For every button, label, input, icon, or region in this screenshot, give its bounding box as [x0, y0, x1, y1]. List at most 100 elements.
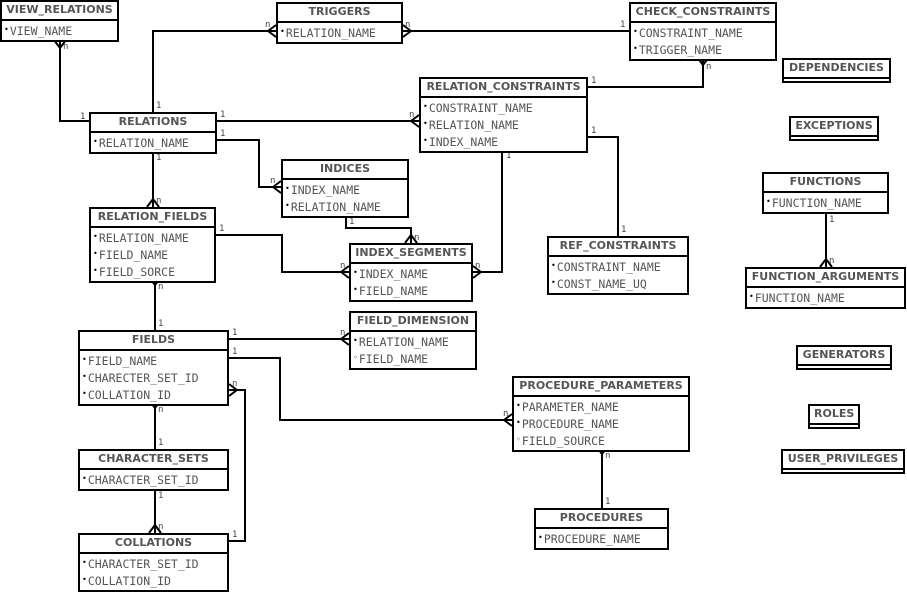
entity-index-segments[interactable]: INDEX_SEGMENTS •INDEX_NAME •FIELD_NAME	[349, 243, 473, 302]
field-name: FUNCTION_NAME	[754, 291, 845, 305]
entity-field[interactable]: •CHARACTER_SET_ID	[82, 471, 225, 488]
relationship-relations-to-relation-fields[interactable]: 1n	[146, 149, 161, 208]
entity-field[interactable]: •FIELD_NAME	[93, 246, 212, 263]
entity-fields[interactable]: FIELDS •FIELD_NAME •CHARECTER_SET_ID •COLLA…	[78, 330, 229, 406]
field-name: FIELD_NAME	[98, 248, 169, 262]
entity-field[interactable]: •PROCEDURE_NAME	[538, 530, 665, 547]
entity-field[interactable]: •FUNCTION_NAME	[749, 289, 902, 306]
connector-line[interactable]	[345, 214, 412, 243]
relationship-check-constraints-to-triggers[interactable]: 1n	[402, 20, 629, 38]
entity-field[interactable]: •RELATION_NAME	[285, 198, 405, 215]
entity-field[interactable]: •INDEX_NAME	[285, 181, 405, 198]
entity-field[interactable]: •INDEX_NAME	[423, 133, 584, 150]
connector-line[interactable]	[229, 389, 246, 542]
entity-field[interactable]: •RELATION_NAME	[423, 116, 584, 133]
entity-field[interactable]: •RELATION_NAME	[280, 24, 399, 41]
entity-field[interactable]: •COLLATION_ID	[82, 386, 225, 403]
entity-title: FUNCTIONS	[764, 174, 887, 193]
entity-field[interactable]: •PROCEDURE_NAME	[516, 415, 686, 432]
entity-field[interactable]: ◦FIELD_NAME	[353, 350, 473, 367]
entity-procedure-parameters[interactable]: PROCEDURE_PARAMETERS •PARAMETER_NAME •PROC…	[512, 376, 690, 452]
entity-title: FIELD_DIMENSION	[351, 313, 475, 332]
entity-fields: •CHARACTER_SET_ID •COLLATION_ID	[80, 554, 227, 590]
relationship-fields-to-relation-fields[interactable]: 1n	[148, 276, 163, 330]
field-name: COLLATION_ID	[87, 388, 171, 402]
entity-collations[interactable]: COLLATIONS •CHARACTER_SET_ID •COLLATION_ID	[78, 533, 229, 592]
entity-field[interactable]: •FIELD_SORCE	[93, 263, 212, 280]
entity-triggers[interactable]: TRIGGERS •RELATION_NAME	[276, 2, 403, 44]
entity-field[interactable]: •RELATION_NAME	[93, 229, 212, 246]
connector-line[interactable]	[588, 136, 619, 236]
field-name: CONST_NAME_UQ	[556, 277, 647, 291]
entity-field[interactable]: •PARAMETER_NAME	[516, 398, 686, 415]
relationship-functions-to-function-arguments[interactable]: 1n	[819, 211, 834, 268]
entity-relations[interactable]: RELATIONS •RELATION_NAME	[89, 112, 217, 154]
entity-title: FIELDS	[80, 332, 227, 351]
relationship-fields-to-field-dimension[interactable]: 1n	[229, 328, 350, 346]
entity-field[interactable]: •INDEX_NAME	[353, 265, 469, 282]
entity-field[interactable]: •CONSTRAINT_NAME	[423, 99, 584, 116]
key-icon: •	[633, 27, 638, 36]
relationship-character-sets-to-fields[interactable]: 1n	[148, 399, 163, 449]
entity-check-constraints[interactable]: CHECK_CONSTRAINTS •CONSTRAINT_NAME •TRIGGE…	[629, 2, 777, 61]
relationship-relation-constraints-to-check-constraints[interactable]: 1n	[588, 56, 711, 88]
entity-dependencies[interactable]: DEPENDENCIES	[782, 58, 891, 83]
entity-field[interactable]: •FIELD_NAME	[82, 352, 225, 369]
relationship-relations-to-indices[interactable]: 1n	[217, 129, 282, 194]
entity-fields: •CONSTRAINT_NAME •RELATION_NAME •INDEX_NAM…	[421, 98, 586, 151]
entity-procedures[interactable]: PROCEDURES •PROCEDURE_NAME	[534, 508, 669, 550]
entity-field[interactable]: •TRIGGER_NAME	[633, 41, 773, 58]
key-icon: •	[749, 292, 754, 301]
key-icon: •	[353, 336, 358, 345]
entity-field[interactable]: ◦FIELD_SOURCE	[516, 432, 686, 449]
entity-function-arguments[interactable]: FUNCTION_ARGUMENTS •FUNCTION_NAME	[745, 267, 906, 309]
entity-field-dimension[interactable]: FIELD_DIMENSION •RELATION_NAME ◦FIELD_NAME	[349, 311, 477, 370]
entity-title: RELATIONS	[91, 114, 215, 133]
entity-view-relations[interactable]: VIEW_RELATIONS •VIEW_NAME	[0, 0, 119, 42]
relationship-indices-to-index-segments[interactable]: 1n	[345, 214, 419, 244]
entity-user-privileges[interactable]: USER_PRIVILEGES	[781, 449, 905, 474]
entity-relation-constraints[interactable]: RELATION_CONSTRAINTS •CONSTRAINT_NAME •REL…	[419, 77, 588, 153]
relationship-procedures-to-procedure-parameters[interactable]: 1n	[595, 445, 610, 508]
relationship-relations-to-view-relations[interactable]: 1n	[53, 39, 89, 122]
entity-field[interactable]: •CONSTRAINT_NAME	[551, 258, 685, 275]
relationship-relation-fields-to-index-segments[interactable]: 1n	[216, 224, 350, 279]
entity-fields: •RELATION_NAME	[278, 23, 401, 42]
relationship-collations-to-fields[interactable]: 1n	[228, 379, 246, 542]
entity-fields: •FUNCTION_NAME	[747, 288, 904, 307]
entity-indices[interactable]: INDICES •INDEX_NAME •RELATION_NAME	[281, 159, 409, 218]
connector-line[interactable]	[216, 234, 349, 273]
relationship-relations-to-triggers[interactable]: 1n	[152, 20, 277, 112]
entity-field[interactable]: •FIELD_NAME	[353, 282, 469, 299]
connector-line[interactable]	[59, 40, 89, 122]
entity-field[interactable]: •VIEW_NAME	[4, 22, 115, 39]
entity-roles[interactable]: ROLES	[808, 404, 860, 429]
entity-field[interactable]: •CONSTRAINT_NAME	[633, 24, 773, 41]
entity-field[interactable]: •RELATION_NAME	[353, 333, 473, 350]
entity-field[interactable]: •FUNCTION_NAME	[766, 194, 885, 211]
entity-exceptions[interactable]: EXCEPTIONS	[789, 116, 879, 141]
entity-ref-constraints[interactable]: REF_CONSTRAINTS •CONSTRAINT_NAME •CONST_NA…	[547, 236, 689, 295]
entity-field[interactable]: •CHARECTER_SET_ID	[82, 369, 225, 386]
key-icon: •	[82, 355, 87, 364]
connector-line[interactable]	[152, 30, 276, 112]
entity-field[interactable]: •RELATION_NAME	[93, 134, 213, 151]
connector-line[interactable]	[473, 148, 503, 273]
entity-relation-fields[interactable]: RELATION_FIELDS •RELATION_NAME •FIELD_NAME…	[89, 207, 216, 283]
field-name: CHARECTER_SET_ID	[87, 371, 199, 385]
connector-line[interactable]	[588, 57, 704, 88]
cardinality-to: n	[158, 405, 163, 415]
relationship-relation-constraints-to-index-segments[interactable]: 1n	[472, 148, 511, 279]
relationship-relations-to-relation-constraints[interactable]: 1n	[217, 110, 420, 128]
entity-fields: •PROCEDURE_NAME	[536, 529, 667, 548]
entity-field[interactable]: •CHARACTER_SET_ID	[82, 555, 225, 572]
entity-title: PROCEDURES	[536, 510, 667, 529]
field-name: CHARACTER_SET_ID	[87, 473, 199, 487]
relationship-character-sets-to-collations[interactable]: 1n	[148, 488, 163, 534]
relationship-relation-constraints-to-ref-constraints[interactable]: 11	[588, 126, 626, 236]
entity-field[interactable]: •CONST_NAME_UQ	[551, 275, 685, 292]
entity-functions[interactable]: FUNCTIONS •FUNCTION_NAME	[762, 172, 889, 214]
entity-generators[interactable]: GENERATORS	[796, 345, 892, 370]
entity-character-sets[interactable]: CHARACTER_SETS •CHARACTER_SET_ID	[78, 449, 229, 491]
entity-field[interactable]: •COLLATION_ID	[82, 572, 225, 589]
